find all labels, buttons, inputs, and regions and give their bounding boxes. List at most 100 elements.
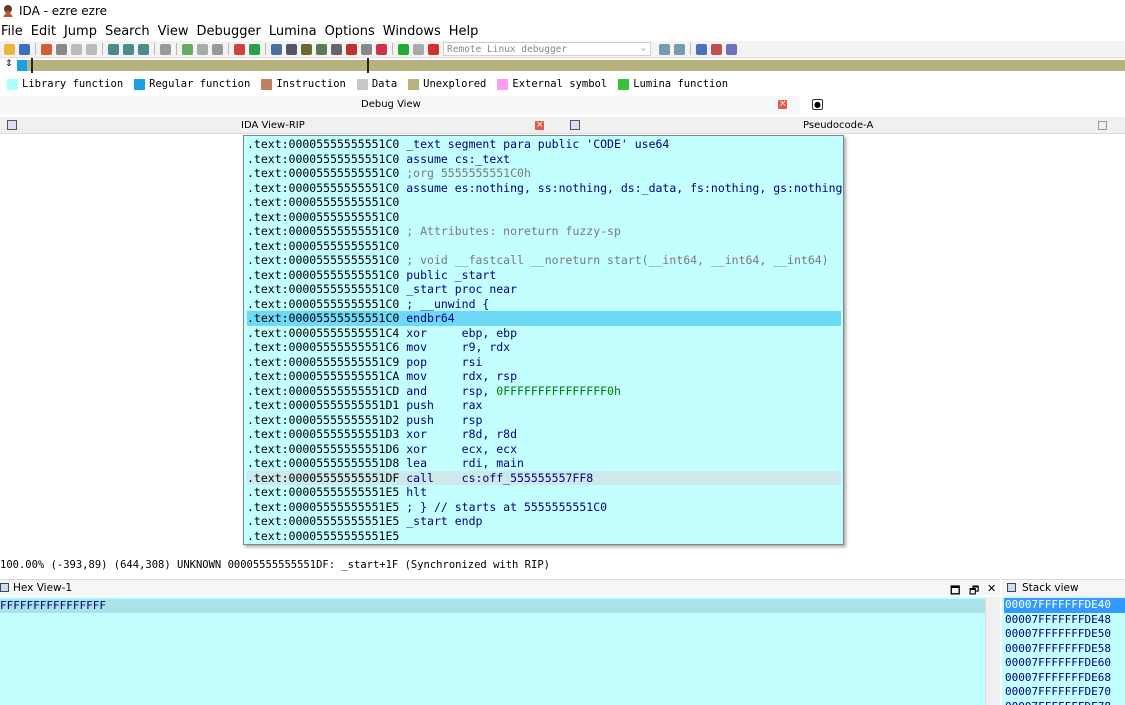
tab-ida-view[interactable]: IDA View-RIP xyxy=(241,120,305,131)
stack-row[interactable]: 00007FFFFFFFDE68 xyxy=(1004,671,1125,686)
dropdown-arrow-icon[interactable] xyxy=(56,43,67,55)
close-icon[interactable]: ✕ xyxy=(987,582,996,595)
trace-options-icon[interactable] xyxy=(726,43,737,55)
code-line[interactable]: .text:00005555555551C0 _start proc near xyxy=(247,282,841,297)
navigation-band[interactable]: ⇕ xyxy=(0,58,1125,74)
tab-pseudocode[interactable]: Pseudocode-A xyxy=(803,120,873,131)
close-icon[interactable] xyxy=(535,121,544,130)
step-into-icon[interactable] xyxy=(659,43,670,55)
jump-icon[interactable] xyxy=(182,43,193,55)
step-over-icon[interactable] xyxy=(674,43,685,55)
stack-row[interactable]: 00007FFFFFFFDE50 xyxy=(1004,627,1125,642)
functions-icon[interactable] xyxy=(316,43,327,55)
code-line[interactable]: .text:00005555555551D2 push rsp xyxy=(247,413,841,428)
debugger-select[interactable]: Remote Linux debugger ⌄ xyxy=(443,42,651,56)
menu-debugger[interactable]: Debugger xyxy=(193,24,263,39)
menu-view[interactable]: View xyxy=(155,24,192,39)
search-icon[interactable] xyxy=(160,43,171,55)
add-watch-icon[interactable] xyxy=(696,43,707,55)
code-address: .text:00005555555551C0 xyxy=(247,238,400,253)
breakpoint-icon[interactable] xyxy=(234,43,245,55)
camera-icon[interactable]: ● xyxy=(812,99,823,110)
code-line[interactable]: .text:00005555555551C0 _text segment par… xyxy=(247,137,841,152)
code-line[interactable]: .text:00005555555551C0 xyxy=(247,210,841,225)
list-icon[interactable] xyxy=(197,43,208,55)
stack-row[interactable]: 00007FFFFFFFDE58 xyxy=(1004,642,1125,657)
toolbar-separator xyxy=(392,43,393,55)
back-icon[interactable] xyxy=(41,43,52,55)
enums-icon[interactable] xyxy=(301,43,312,55)
stack-row[interactable]: 00007FFFFFFFDE78 xyxy=(1004,700,1125,705)
forward-icon[interactable] xyxy=(71,43,82,55)
patch-icon[interactable] xyxy=(361,43,372,55)
stack-row[interactable]: 00007FFFFFFFDE40 xyxy=(1004,598,1125,613)
code-text: lea rdi, main xyxy=(399,456,524,470)
proximity-icon[interactable] xyxy=(123,43,134,55)
text-view-icon[interactable] xyxy=(138,43,149,55)
code-line[interactable]: .text:00005555555551CA mov rdx, rsp xyxy=(247,369,841,384)
pseudocode-icon xyxy=(570,120,580,130)
close-icon[interactable] xyxy=(778,100,787,109)
nav-strip[interactable] xyxy=(17,60,1125,71)
code-line[interactable]: .text:00005555555551C0 assume cs:_text xyxy=(247,152,841,167)
nav-arrow-icon[interactable]: ⇕ xyxy=(5,59,13,69)
code-line[interactable]: .text:00005555555551C9 pop rsi xyxy=(247,355,841,370)
structures-icon[interactable] xyxy=(286,43,297,55)
menu-help[interactable]: Help xyxy=(446,24,482,39)
code-line[interactable]: .text:00005555555551D6 xor ecx, ecx xyxy=(247,442,841,457)
close-icon[interactable] xyxy=(1098,121,1107,130)
menu-options[interactable]: Options xyxy=(322,24,378,39)
code-line[interactable]: .text:00005555555551C0 xyxy=(247,195,841,210)
menu-lumina[interactable]: Lumina xyxy=(266,24,320,39)
code-line[interactable]: .text:00005555555551C4 xor ebp, ebp xyxy=(247,326,841,341)
code-line[interactable]: .text:00005555555551CD and rsp, 0FFFFFFF… xyxy=(247,384,841,399)
code-line[interactable]: .text:00005555555551D8 lea rdi, main xyxy=(247,456,841,471)
stop-debugger-icon[interactable] xyxy=(428,43,439,55)
menu-search[interactable]: Search xyxy=(102,24,153,39)
scrollbar[interactable] xyxy=(985,597,1000,705)
stack-row[interactable]: 00007FFFFFFFDE48 xyxy=(1004,613,1125,628)
stack-row[interactable]: 00007FFFFFFFDE70 xyxy=(1004,685,1125,700)
breakpoint-toggle-icon[interactable] xyxy=(376,43,387,55)
code-line[interactable]: .text:00005555555551C6 mov r9, rdx xyxy=(247,340,841,355)
code-line[interactable]: .text:00005555555551E5 hlt xyxy=(247,485,841,500)
trace-icon[interactable] xyxy=(711,43,722,55)
graph-icon[interactable] xyxy=(108,43,119,55)
toolbar-separator xyxy=(154,43,155,55)
code-line[interactable]: .text:00005555555551C0 xyxy=(247,239,841,254)
pause-icon[interactable] xyxy=(413,43,424,55)
stack-view-body[interactable]: 00007FFFFFFFDE40 00007FFFFFFFDE48 00007FFF… xyxy=(1002,597,1125,705)
code-line[interactable]: .text:00005555555551C0 public _start xyxy=(247,268,841,283)
code-text: mov rdx, rsp xyxy=(399,369,518,383)
code-line[interactable]: .text:00005555555551C0 ; Attributes: nor… xyxy=(247,224,841,239)
code-line[interactable]: .text:00005555555551D3 xor r8d, r8d xyxy=(247,427,841,442)
disassembly-block[interactable]: .text:00005555555551C0 _text segment par… xyxy=(243,135,844,545)
dropdown-arrow-icon[interactable] xyxy=(212,43,223,55)
code-line[interactable]: .text:00005555555551C0 ; __unwind { xyxy=(247,297,841,312)
menu-edit[interactable]: Edit xyxy=(28,24,59,39)
lumina-icon[interactable] xyxy=(249,43,260,55)
menu-windows[interactable]: Windows xyxy=(380,24,444,39)
code-line[interactable]: .text:00005555555551E5 ; } // starts at … xyxy=(247,500,841,515)
open-folder-icon[interactable] xyxy=(4,43,15,55)
menu-jump[interactable]: Jump xyxy=(61,24,100,39)
run-icon[interactable] xyxy=(398,43,409,55)
code-line[interactable]: .text:00005555555551E5 _start endp xyxy=(247,514,841,529)
save-icon[interactable] xyxy=(19,43,30,55)
hex-row[interactable]: FFFFFFFFFFFFFFFF xyxy=(0,599,985,613)
menu-file[interactable]: File xyxy=(0,24,26,39)
code-line[interactable]: .text:00005555555551C0 ;org 5555555551C0… xyxy=(247,166,841,181)
code-line[interactable]: .text:00005555555551E5 xyxy=(247,529,841,544)
dropdown-arrow-icon[interactable] xyxy=(331,43,342,55)
code-line[interactable]: .text:00005555555551C0 ; void __fastcall… xyxy=(247,253,841,268)
stop-icon[interactable] xyxy=(346,43,357,55)
code-line[interactable]: .text:00005555555551D1 push rax xyxy=(247,398,841,413)
code-text: _start endp xyxy=(399,514,483,528)
code-line[interactable]: .text:00005555555551C0 assume es:nothing… xyxy=(247,181,842,196)
hex-view-body[interactable] xyxy=(0,597,985,705)
dropdown-arrow-icon[interactable] xyxy=(86,43,97,55)
segments-icon[interactable] xyxy=(271,43,282,55)
code-line[interactable]: .text:00005555555551DF call cs:off_55555… xyxy=(247,470,841,485)
stack-row[interactable]: 00007FFFFFFFDE60 xyxy=(1004,656,1125,671)
code-line[interactable]: .text:00005555555551C0 endbr64 xyxy=(247,311,841,326)
